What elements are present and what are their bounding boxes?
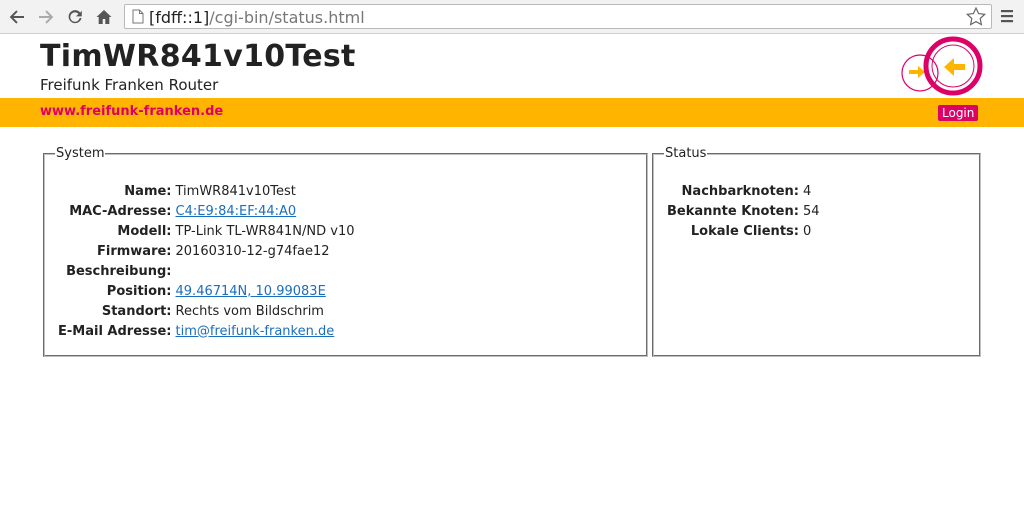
back-button[interactable]: [6, 6, 28, 28]
table-row: Modell: TP-Link TL-WR841N/ND v10: [56, 221, 356, 241]
status-legend: Status: [665, 146, 707, 161]
freifunk-logo: [901, 36, 983, 96]
url-text: [fdff::1]/cgi-bin/status.html: [149, 8, 365, 27]
system-panel: System Name: TimWR841v10Test MAC-Adresse…: [43, 146, 648, 357]
description-label: Beschreibung:: [66, 263, 172, 279]
table-row: Lokale Clients: 0: [665, 221, 822, 241]
model-value: TP-Link TL-WR841N/ND v10: [175, 223, 355, 239]
table-row: E-Mail Adresse: tim@freifunk-franken.de: [56, 321, 356, 341]
mac-link[interactable]: C4:E9:84:EF:44:A0: [176, 204, 297, 219]
status-panel: Status Nachbarknoten: 4 Bekannte Knoten:…: [652, 146, 981, 357]
page-title: TimWR841v10Test: [40, 39, 356, 74]
table-row: Name: TimWR841v10Test: [56, 181, 356, 201]
browser-toolbar: [fdff::1]/cgi-bin/status.html: [0, 0, 1024, 34]
star-icon[interactable]: [965, 6, 987, 27]
position-label: Position:: [106, 283, 172, 299]
menu-button[interactable]: [998, 7, 1016, 29]
mac-label: MAC-Adresse:: [69, 203, 172, 219]
address-bar[interactable]: [fdff::1]/cgi-bin/status.html: [124, 4, 992, 29]
location-label: Standort:: [101, 303, 172, 319]
position-link[interactable]: 49.46714N, 10.99083E: [176, 284, 326, 299]
page-icon: [132, 9, 144, 24]
local-clients-value: 0: [802, 223, 812, 239]
system-legend: System: [56, 146, 105, 161]
system-table: Name: TimWR841v10Test MAC-Adresse: C4:E9…: [56, 181, 356, 341]
home-icon: [96, 10, 112, 24]
forward-button[interactable]: [35, 6, 57, 28]
description-value: [174, 261, 357, 281]
neighbors-label: Nachbarknoten:: [681, 183, 799, 199]
firmware-label: Firmware:: [97, 243, 172, 259]
local-clients-label: Lokale Clients:: [690, 223, 799, 239]
forward-arrow-icon: [39, 10, 54, 24]
name-label: Name:: [124, 183, 172, 199]
table-row: Position: 49.46714N, 10.99083E: [56, 281, 356, 301]
name-value: TimWR841v10Test: [175, 183, 296, 199]
home-button[interactable]: [93, 6, 115, 28]
firmware-value: 20160310-12-g74fae12: [175, 243, 330, 259]
status-table: Nachbarknoten: 4 Bekannte Knoten: 54 Lok…: [665, 181, 822, 241]
menu-icon: [1001, 10, 1013, 23]
reload-icon: [68, 10, 82, 24]
table-row: Firmware: 20160310-12-g74fae12: [56, 241, 356, 261]
reload-button[interactable]: [64, 6, 86, 28]
neighbors-value: 4: [802, 183, 812, 199]
table-row: MAC-Adresse: C4:E9:84:EF:44:A0: [56, 201, 356, 221]
known-nodes-value: 54: [802, 203, 820, 219]
known-nodes-label: Bekannte Knoten:: [667, 203, 799, 219]
email-label: E-Mail Adresse:: [58, 323, 172, 339]
login-button[interactable]: Login: [938, 105, 979, 121]
header-bar: www.freifunk-franken.de Login: [0, 98, 1024, 127]
page-subtitle: Freifunk Franken Router: [40, 76, 219, 94]
email-link[interactable]: tim@freifunk-franken.de: [176, 324, 335, 339]
model-label: Modell:: [117, 223, 172, 239]
table-row: Standort: Rechts vom Bildschrim: [56, 301, 356, 321]
site-link[interactable]: www.freifunk-franken.de: [40, 104, 223, 119]
table-row: Beschreibung:: [56, 261, 356, 281]
table-row: Nachbarknoten: 4: [665, 181, 822, 201]
back-arrow-icon: [9, 10, 24, 24]
location-value: Rechts vom Bildschrim: [175, 303, 324, 319]
table-row: Bekannte Knoten: 54: [665, 201, 822, 221]
